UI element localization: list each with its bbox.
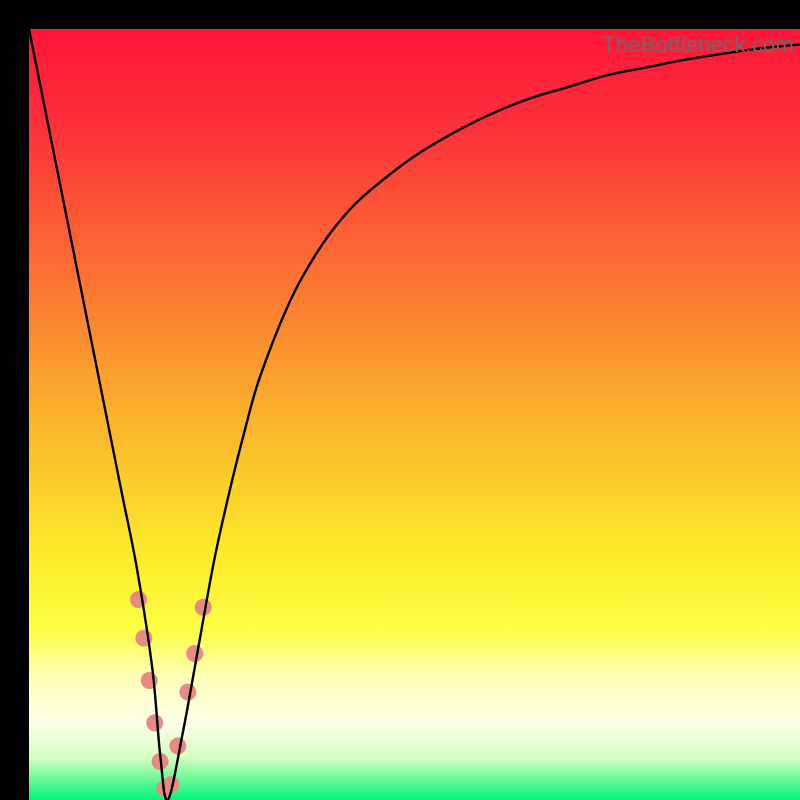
plot-area: TheBottleneck.com: [29, 29, 800, 800]
curve-marker: [146, 714, 163, 731]
curve-layer: [29, 29, 800, 800]
chart-frame: TheBottleneck.com: [0, 0, 800, 800]
curve-marker: [179, 684, 196, 701]
watermark-text: TheBottleneck.com: [602, 32, 794, 58]
curve-marker: [186, 645, 203, 662]
marker-group: [130, 591, 212, 797]
curve-marker: [169, 738, 186, 755]
curve-marker: [130, 591, 147, 608]
